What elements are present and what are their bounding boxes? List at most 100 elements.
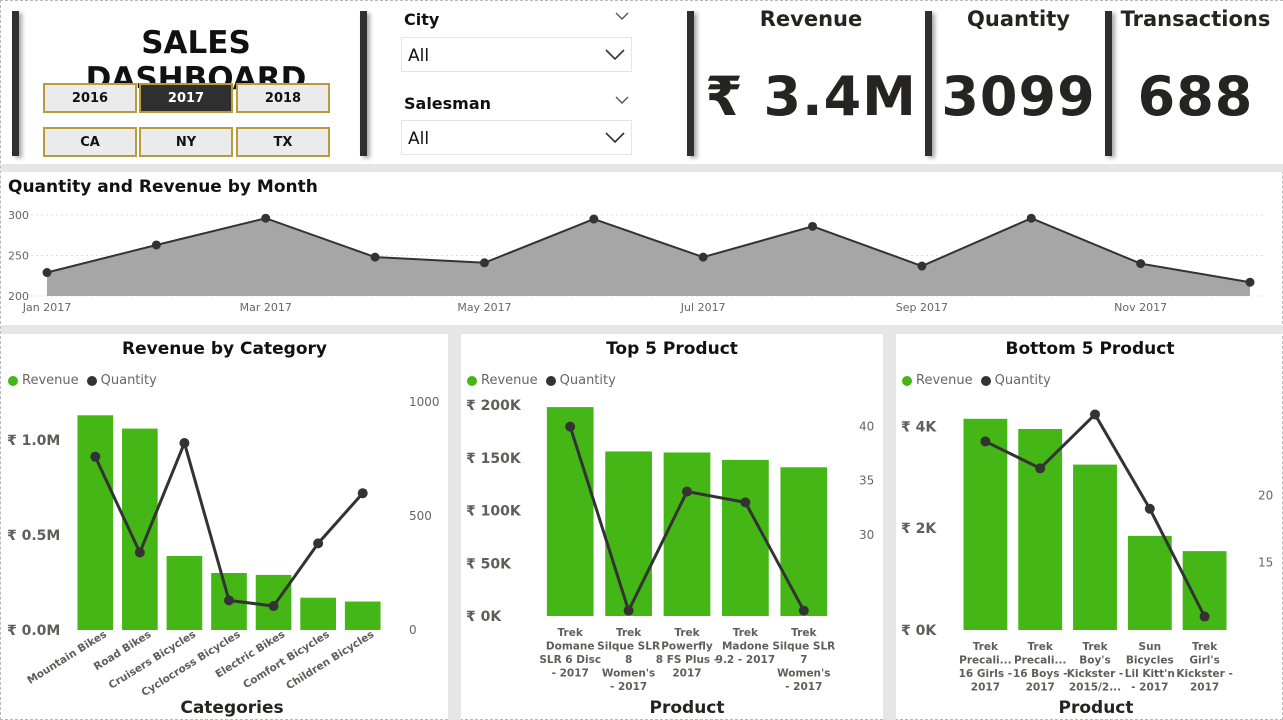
panel-gap: [448, 334, 461, 720]
y2-tick-label: 1000: [409, 395, 440, 409]
x-axis-title: Categories: [180, 698, 283, 718]
legend-label-quantity: Quantity: [559, 373, 616, 388]
y-tick-label: ₹ 4K: [901, 419, 937, 435]
salesman-collapse-chevron-icon[interactable]: [615, 95, 629, 105]
monthly-chart-title: Quantity and Revenue by Month: [8, 177, 318, 197]
x-tick-label: Trek Girl's Kickster -2017: [1176, 641, 1233, 694]
y2-tick-label: 30: [859, 528, 874, 542]
dashboard-page: SALES DASHBOARD 2016 2017 2018 CA NY TX …: [0, 0, 1283, 720]
y-tick-label: ₹ 0.0M: [7, 623, 60, 639]
area-fill: [47, 218, 1250, 296]
revenue-bar: [122, 428, 158, 630]
x-tick-label: Trek Silque SLR 8 Women's - 2017: [597, 627, 660, 693]
legend-dot-quantity: [980, 375, 991, 386]
quantity-point: [1090, 409, 1100, 420]
y-tick-label: ₹ 1.0M: [7, 433, 60, 449]
salesman-label: Salesman: [404, 94, 492, 113]
city-collapse-chevron-icon[interactable]: [615, 11, 629, 21]
y-tick-label: 300: [8, 209, 29, 222]
bottom5-chart-title: Bottom 5 Product: [1005, 339, 1175, 359]
data-point: [1026, 213, 1036, 223]
legend-label-revenue: Revenue: [481, 373, 538, 388]
revenue-bar: [722, 459, 769, 616]
quantity-point: [134, 547, 145, 558]
quantity-point: [1035, 463, 1046, 474]
legend-label-revenue: Revenue: [916, 373, 973, 388]
revenue-bar: [1073, 464, 1117, 630]
x-tick-label: Trek Domane SLR 6 Disc - 2017: [539, 627, 601, 680]
legend-label-quantity: Quantity: [994, 373, 1051, 388]
x-tick-label: Nov 2017: [1114, 301, 1167, 314]
category-legend: Revenue Quantity: [8, 373, 157, 388]
quantity-point: [1199, 611, 1210, 622]
year-button-2018[interactable]: 2018: [236, 83, 330, 113]
revenue-kpi-label: Revenue: [759, 7, 863, 31]
data-point: [370, 252, 380, 262]
transactions-kpi-value: 688: [1137, 65, 1254, 128]
year-button-2017[interactable]: 2017: [139, 83, 233, 113]
quantity-point: [268, 601, 279, 612]
quantity-point: [740, 497, 751, 508]
revenue-bar: [663, 452, 711, 616]
revenue-bar: [546, 407, 594, 616]
revenue-bar: [77, 415, 114, 630]
state-button-tx[interactable]: TX: [236, 127, 330, 157]
y2-tick-label: 20: [1258, 488, 1273, 502]
quantity-point: [179, 438, 190, 449]
revenue-bar: [166, 555, 203, 630]
x-tick-label: May 2017: [457, 301, 511, 314]
legend-label-revenue: Revenue: [22, 373, 79, 388]
city-dropdown[interactable]: All: [401, 37, 632, 72]
data-point: [151, 240, 161, 250]
revenue-bar: [344, 601, 381, 630]
category-combo-chart[interactable]: ₹ 1.0M₹ 0.5M₹ 0.0M10005000Mountain Bikes…: [1, 391, 448, 720]
quantity-point: [224, 595, 234, 606]
revenue-bar: [300, 597, 336, 630]
category-chart-title: Revenue by Category: [122, 339, 327, 359]
bottom5-legend: Revenue Quantity: [902, 373, 1051, 388]
salesman-dropdown[interactable]: All: [401, 120, 632, 155]
header-band: SALES DASHBOARD 2016 2017 2018 CA NY TX …: [1, 1, 1283, 164]
accent-bar: [12, 11, 19, 156]
legend-dot-quantity: [545, 375, 556, 386]
x-tick-label: Sep 2017: [896, 301, 948, 314]
top5-combo-chart[interactable]: ₹ 200K ₹ 150K ₹ 100K ₹ 50K ₹ 0K 40 35 30 Trek Dom…: [461, 391, 883, 720]
x-tick-label: Jan 2017: [22, 301, 71, 314]
y2-tick-label: 35: [859, 474, 874, 488]
city-label: City: [404, 10, 440, 29]
y-tick-label: ₹ 0.5M: [7, 528, 60, 544]
chevron-down-icon: [605, 49, 625, 61]
quantity-point: [565, 421, 576, 432]
quantity-point: [90, 451, 101, 462]
top5-chart-title: Top 5 Product: [606, 339, 738, 359]
quantity-point: [1144, 503, 1155, 514]
salesman-dropdown-value: All: [408, 129, 430, 149]
revenue-bar: [605, 451, 652, 616]
revenue-bar: [780, 467, 828, 616]
monthly-area-chart[interactable]: 300250200Jan 2017 Mar 2017 May 2017 Jul 201…: [1, 199, 1283, 323]
legend-dot-revenue: [902, 375, 912, 386]
bottom5-combo-chart[interactable]: ₹ 4K ₹ 2K ₹ 0K 20 15 Trek Precali... 16 Girls -…: [896, 391, 1283, 720]
top5-legend: Revenue Quantity: [467, 373, 616, 388]
state-button-ca[interactable]: CA: [43, 127, 137, 157]
legend-dot-revenue: [8, 375, 18, 386]
year-button-2016[interactable]: 2016: [43, 83, 137, 113]
state-button-ny[interactable]: NY: [139, 127, 233, 157]
y-tick-label: ₹ 50K: [466, 556, 512, 572]
data-point: [698, 252, 708, 262]
x-tick-label: Jul 2017: [680, 301, 726, 314]
x-tick-label: Trek Precali... 16 Boys -2017: [1013, 641, 1068, 694]
y-tick-label: ₹ 0K: [466, 609, 502, 625]
transactions-kpi-label: Transactions: [1120, 7, 1271, 31]
quantity-kpi-value: 3099: [941, 65, 1096, 128]
data-point: [1245, 277, 1255, 287]
x-axis-title: Product: [1059, 698, 1134, 718]
y2-tick-label: 0: [409, 623, 417, 637]
revenue-kpi-value: ₹ 3.4M: [705, 65, 917, 128]
y2-tick-label: 40: [859, 420, 874, 434]
x-tick-label: Trek Boy's Kickster -2015/2...: [1067, 641, 1124, 694]
y-tick-label: ₹ 2K: [901, 521, 937, 537]
y-tick-label: 250: [8, 250, 29, 263]
data-point: [261, 213, 271, 223]
section-divider: [1, 164, 1283, 172]
